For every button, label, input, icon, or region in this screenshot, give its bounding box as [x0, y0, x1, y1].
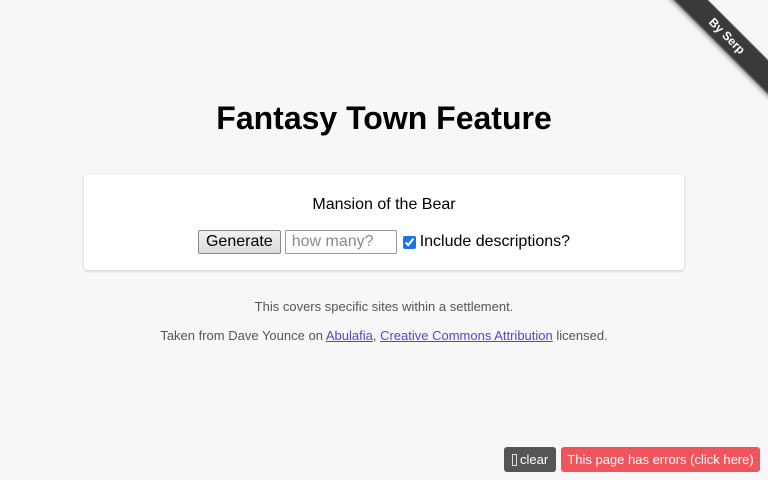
count-input[interactable]	[284, 230, 397, 254]
trash-icon	[512, 453, 517, 466]
generated-result: Mansion of the Bear	[312, 196, 456, 213]
clear-button[interactable]: clear	[504, 447, 557, 472]
page-title: Fantasy Town Feature	[216, 100, 552, 136]
credit-prefix: Taken from Dave Younce on	[160, 328, 323, 343]
coverage-note: This covers specific sites within a sett…	[254, 299, 514, 314]
credit-separator: ,	[372, 328, 377, 343]
generator-card: Mansion of the Bear Generate Include des…	[84, 174, 684, 270]
page: By Serp Fantasy Town Feature Mansion of …	[0, 0, 768, 480]
generator-controls: Generate Include descriptions?	[84, 230, 684, 254]
corner-ribbon: By Serp	[658, 0, 768, 110]
include-descriptions-checkbox[interactable]	[402, 235, 416, 249]
include-descriptions-label[interactable]: Include descriptions?	[420, 233, 570, 251]
credit-suffix: licensed.	[556, 328, 608, 343]
creative-commons-link[interactable]: Creative Commons Attribution	[380, 328, 553, 343]
page-errors-button[interactable]: This page has errors (click here)	[561, 447, 760, 472]
abulafia-link[interactable]: Abulafia	[326, 328, 373, 343]
clear-label: clear	[520, 452, 549, 467]
generate-button[interactable]: Generate	[197, 230, 281, 254]
credit-note: Taken from Dave Younce on Abulafia, Crea…	[0, 327, 768, 345]
by-serp-ribbon[interactable]: By Serp	[665, 0, 768, 98]
